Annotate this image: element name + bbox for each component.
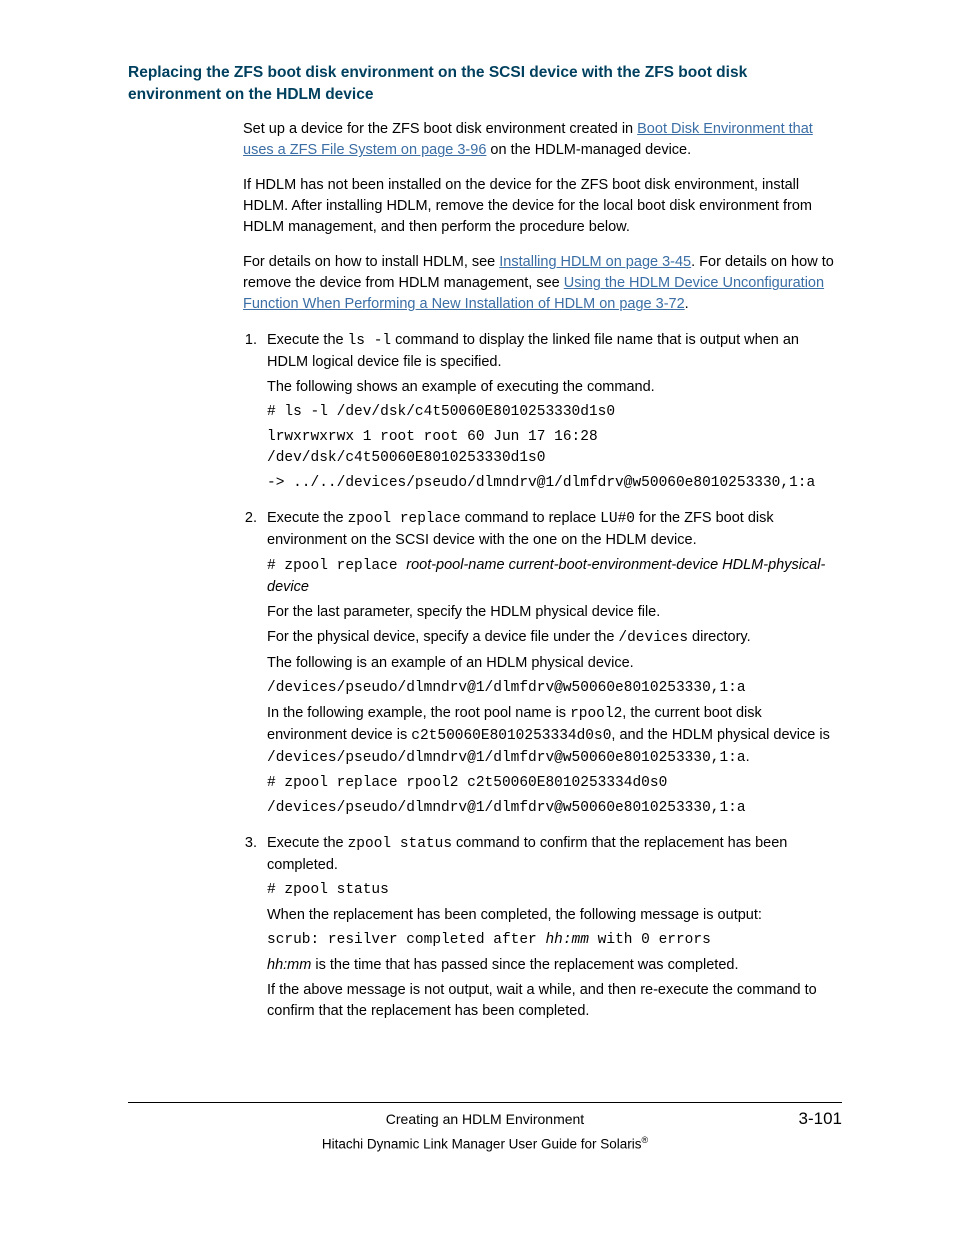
footer-rule — [128, 1102, 842, 1103]
text: . — [746, 749, 750, 765]
code-fragment: scrub: resilver completed after — [267, 932, 545, 948]
text: For the last parameter, specify the HDLM… — [267, 602, 842, 623]
text: The following is an example of an HDLM p… — [267, 653, 842, 674]
text: If the above message is not output, wait… — [267, 980, 842, 1022]
link-installing-hdlm[interactable]: Installing HDLM on page 3-45 — [499, 254, 691, 270]
inline-code: ls -l — [348, 333, 392, 349]
text: is the time that has passed since the re… — [311, 957, 738, 973]
code-line: # zpool replace root-pool-name current-b… — [267, 555, 842, 598]
text: . — [685, 296, 689, 312]
text: For the physical device, specify a devic… — [267, 629, 618, 645]
step-3: Execute the zpool status command to conf… — [261, 833, 842, 1022]
section-heading: Replacing the ZFS boot disk environment … — [128, 62, 842, 105]
inline-code: /devices/pseudo/dlmndrv@1/dlmfdrv@w50060… — [267, 750, 746, 766]
text: Execute the — [267, 332, 348, 348]
code-line: lrwxrwxrwx 1 root root 60 Jun 17 16:28 /… — [267, 427, 842, 469]
intro-para-2: If HDLM has not been installed on the de… — [128, 175, 842, 238]
text: In the following example, the root pool … — [267, 705, 570, 721]
code-var: hh:mm — [545, 932, 589, 948]
text: Execute the — [267, 835, 348, 851]
footer-section-title: Creating an HDLM Environment — [198, 1109, 772, 1129]
inline-code: /devices — [618, 630, 688, 646]
text: For details on how to install HDLM, see — [243, 254, 499, 270]
code-fragment: with 0 errors — [589, 932, 711, 948]
code-line: /devices/pseudo/dlmndrv@1/dlmfdrv@w50060… — [267, 678, 842, 699]
code-line: -> ../../devices/pseudo/dlmndrv@1/dlmfdr… — [267, 473, 842, 494]
step-2: Execute the zpool replace command to rep… — [261, 508, 842, 819]
inline-code: zpool replace — [348, 511, 461, 527]
text: The following shows an example of execut… — [267, 377, 842, 398]
intro-para-3: For details on how to install HDLM, see … — [128, 252, 842, 315]
inline-code: zpool status — [348, 836, 452, 852]
code-line: # zpool status — [267, 880, 842, 901]
code-fragment: # zpool replace — [267, 558, 406, 574]
code-line: scrub: resilver completed after hh:mm wi… — [267, 930, 842, 951]
text: Set up a device for the ZFS boot disk en… — [243, 121, 637, 137]
text: For the physical device, specify a devic… — [267, 627, 842, 649]
page-number: 3-101 — [772, 1107, 842, 1132]
text: , and the HDLM physical device is — [611, 727, 829, 743]
code-line: # zpool replace rpool2 c2t50060E80102533… — [267, 773, 842, 794]
footer-row: Creating an HDLM Environment 3-101 — [128, 1107, 842, 1132]
var-name: hh:mm — [267, 957, 311, 973]
text: Execute the — [267, 510, 348, 526]
registered-mark: ® — [641, 1135, 648, 1145]
procedure-list: Execute the ls -l command to display the… — [223, 330, 842, 1022]
intro-para-1: Set up a device for the ZFS boot disk en… — [128, 119, 842, 161]
step-1: Execute the ls -l command to display the… — [261, 330, 842, 494]
text: hh:mm is the time that has passed since … — [267, 955, 842, 976]
inline-code: c2t50060E8010253334d0s0 — [411, 728, 611, 744]
text: command to replace — [461, 510, 600, 526]
text: Hitachi Dynamic Link Manager User Guide … — [322, 1136, 642, 1151]
code-line: # ls -l /dev/dsk/c4t50060E8010253330d1s0 — [267, 402, 842, 423]
inline-code: LU#0 — [600, 511, 635, 527]
text: In the following example, the root pool … — [267, 703, 842, 769]
footer-guide-title: Hitachi Dynamic Link Manager User Guide … — [128, 1134, 842, 1154]
text: When the replacement has been completed,… — [267, 905, 842, 926]
inline-code: rpool2 — [570, 706, 622, 722]
code-line: /devices/pseudo/dlmndrv@1/dlmfdrv@w50060… — [267, 798, 842, 819]
text: on the HDLM-managed device. — [486, 142, 691, 158]
text: directory. — [688, 629, 751, 645]
